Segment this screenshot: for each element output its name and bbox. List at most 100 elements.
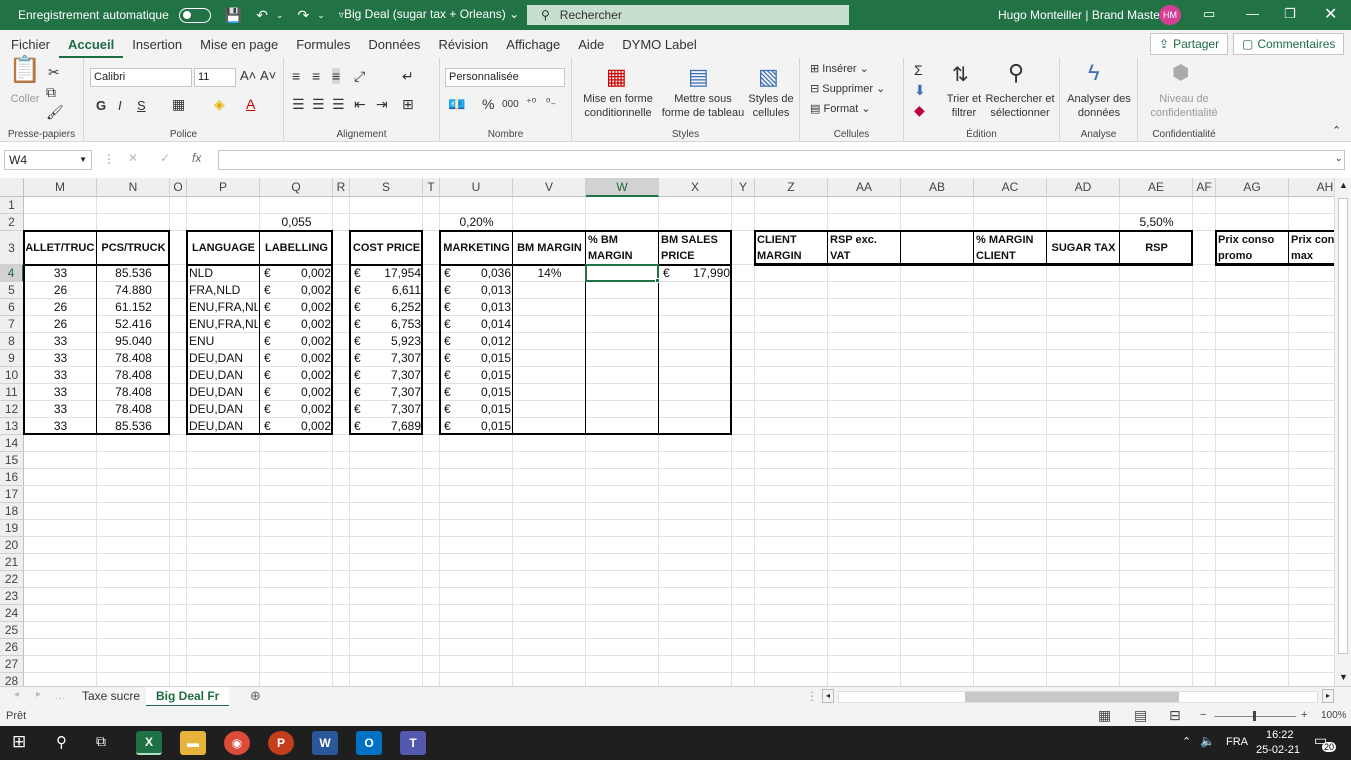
column-header-x[interactable]: X xyxy=(659,178,732,197)
scroll-up-icon[interactable]: ▲ xyxy=(1339,180,1348,190)
column-header-y[interactable]: Y xyxy=(732,178,755,197)
comments-button[interactable]: ▢ Commentaires xyxy=(1233,33,1345,55)
tabs-more-icon[interactable]: … xyxy=(54,688,66,702)
cell-p12[interactable]: DEU,DAN xyxy=(189,401,258,418)
cell-u6[interactable]: 0,013 xyxy=(442,299,511,316)
cell-n11[interactable]: 78.408 xyxy=(99,384,168,401)
column-header-q[interactable]: Q xyxy=(260,178,333,197)
menu-affichage[interactable]: Affichage xyxy=(497,37,569,52)
zoom-in-icon[interactable]: + xyxy=(1301,709,1307,721)
undo-icon[interactable]: ↶ xyxy=(256,7,268,24)
cell-p6[interactable]: ENU,FRA,NLD xyxy=(189,299,258,316)
cell-n6[interactable]: 61.152 xyxy=(99,299,168,316)
header-w[interactable]: % BM MARGIN xyxy=(588,231,657,265)
prev-sheet-icon[interactable]: ◂ xyxy=(14,689,19,700)
shrink-font-icon[interactable]: A˅ xyxy=(260,68,276,83)
borders-icon[interactable]: ▦ xyxy=(172,96,185,113)
windows-start-icon[interactable]: ⊞ xyxy=(12,732,26,752)
cell-p10[interactable]: DEU,DAN xyxy=(189,367,258,384)
cell-n4[interactable]: 85.536 xyxy=(99,265,168,282)
cell-p4[interactable]: NLD xyxy=(189,265,258,282)
cell-u4[interactable]: 0,036 xyxy=(442,265,511,282)
column-header-r[interactable]: R xyxy=(333,178,350,197)
column-header-ab[interactable]: AB xyxy=(901,178,974,197)
menu-revision[interactable]: Révision xyxy=(429,37,497,52)
cell-x4[interactable]: 17,990 xyxy=(661,265,730,282)
clock-date[interactable]: 25-02-21 xyxy=(1256,744,1300,756)
row-header-1[interactable]: 1 xyxy=(0,197,24,214)
row-header-15[interactable]: 15 xyxy=(0,452,24,469)
cell-v4[interactable]: 14% xyxy=(515,265,584,282)
menu-accueil[interactable]: Accueil xyxy=(59,37,124,59)
menu-dymo-label[interactable]: DYMO Label xyxy=(613,37,705,52)
cell-m12[interactable]: 33 xyxy=(26,401,95,418)
header-ae[interactable]: RSP xyxy=(1122,231,1191,265)
column-header-u[interactable]: U xyxy=(440,178,513,197)
row-header-25[interactable]: 25 xyxy=(0,622,24,639)
cell-m6[interactable]: 26 xyxy=(26,299,95,316)
taskbar-search-icon[interactable]: ⚲ xyxy=(56,733,67,751)
cell-q2[interactable]: 0,055 xyxy=(262,214,331,231)
cell-s4[interactable]: 17,954 xyxy=(352,265,421,282)
format-table-button[interactable]: Mettre sous forme de tableau xyxy=(660,92,746,120)
selected-cell-w4[interactable] xyxy=(585,264,659,282)
cell-n9[interactable]: 78.408 xyxy=(99,350,168,367)
column-header-w[interactable]: W xyxy=(586,178,659,197)
hscroll-right-icon[interactable]: ▸ xyxy=(1322,689,1334,703)
row-header-4[interactable]: 4 xyxy=(0,265,24,282)
underline-button[interactable]: S xyxy=(137,98,146,113)
cell-s10[interactable]: 7,307 xyxy=(352,367,421,384)
outlook-icon[interactable]: O xyxy=(356,731,382,755)
undo-dropdown-icon[interactable]: ⌄ xyxy=(276,10,284,21)
cell-n7[interactable]: 52.416 xyxy=(99,316,168,333)
row-header-16[interactable]: 16 xyxy=(0,469,24,486)
menu-fichier[interactable]: Fichier xyxy=(0,37,59,52)
cell-m13[interactable]: 33 xyxy=(26,418,95,435)
cell-m11[interactable]: 33 xyxy=(26,384,95,401)
cut-icon[interactable]: ✂ xyxy=(48,64,60,81)
conditional-format-button[interactable]: Mise en forme conditionnelle xyxy=(576,92,660,120)
column-header-v[interactable]: V xyxy=(513,178,586,197)
thousands-button[interactable]: 000 xyxy=(502,99,519,110)
wrap-text-icon[interactable]: ↵ xyxy=(402,68,414,85)
decrease-indent-icon[interactable]: ⇤ xyxy=(354,96,366,113)
tab-taxe-sucre[interactable]: Taxe sucre xyxy=(72,687,150,707)
row-header-7[interactable]: 7 xyxy=(0,316,24,333)
header-v[interactable]: BM MARGIN xyxy=(515,231,584,265)
cell-u2[interactable]: 0,20% xyxy=(442,214,511,231)
increase-decimal-icon[interactable]: ⁺⁰ xyxy=(526,96,536,109)
cell-n8[interactable]: 95.040 xyxy=(99,333,168,350)
enter-icon[interactable]: ✓ xyxy=(160,151,170,165)
cell-u5[interactable]: 0,013 xyxy=(442,282,511,299)
cell-p13[interactable]: DEU,DAN xyxy=(189,418,258,435)
cell-q12[interactable]: 0,002 xyxy=(262,401,331,418)
font-name-select[interactable]: Calibri xyxy=(90,68,192,87)
find-select-button[interactable]: Rechercher et sélectionner xyxy=(984,92,1056,120)
font-size-select[interactable]: 11 xyxy=(194,68,236,87)
autosum-icon[interactable]: Σ xyxy=(914,62,923,78)
column-header-af[interactable]: AF xyxy=(1193,178,1216,197)
cell-ae2[interactable]: 5,50% xyxy=(1122,214,1191,231)
column-header-s[interactable]: S xyxy=(350,178,423,197)
redo-icon[interactable]: ↷ xyxy=(297,7,309,24)
fill-icon[interactable]: ⬇ xyxy=(914,82,926,99)
cell-s12[interactable]: 7,307 xyxy=(352,401,421,418)
task-view-icon[interactable]: ⧉ xyxy=(96,733,106,750)
cell-q4[interactable]: 0,002 xyxy=(262,265,331,282)
minimize-icon[interactable]: — xyxy=(1246,6,1259,21)
cell-q11[interactable]: 0,002 xyxy=(262,384,331,401)
row-header-17[interactable]: 17 xyxy=(0,486,24,503)
row-header-5[interactable]: 5 xyxy=(0,282,24,299)
cell-p8[interactable]: ENU xyxy=(189,333,258,350)
row-header-2[interactable]: 2 xyxy=(0,214,24,231)
ribbon-display-icon[interactable]: ▭ xyxy=(1203,6,1215,22)
cell-q8[interactable]: 0,002 xyxy=(262,333,331,350)
cell-p7[interactable]: ENU,FRA,NLD xyxy=(189,316,258,333)
horizontal-scroll-thumb[interactable] xyxy=(965,692,1179,702)
excel-taskbar-icon[interactable]: X xyxy=(136,731,162,755)
cell-s5[interactable]: 6,611 xyxy=(352,282,421,299)
cell-p9[interactable]: DEU,DAN xyxy=(189,350,258,367)
row-header-8[interactable]: 8 xyxy=(0,333,24,350)
align-bottom-icon[interactable]: ≡ xyxy=(332,68,341,84)
cell-styles-button[interactable]: Styles de cellules xyxy=(746,92,796,120)
